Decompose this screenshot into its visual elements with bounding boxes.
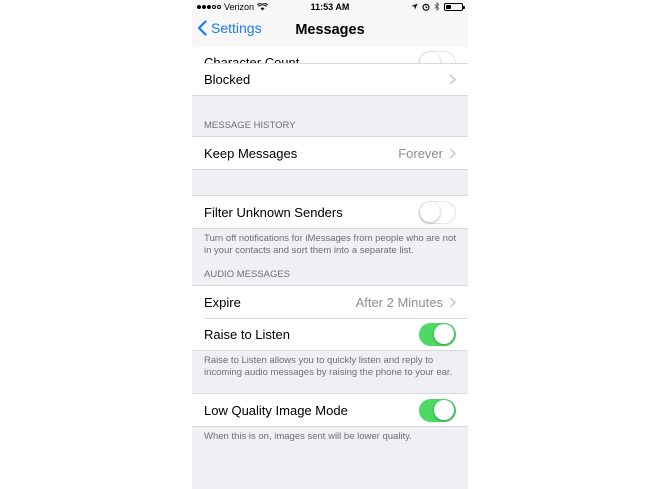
battery-icon — [444, 2, 465, 11]
phone-screen: Character Count Blocked MESSAGE HISTORY … — [192, 0, 468, 489]
toggle-knob — [420, 52, 440, 63]
message-history-group: Keep Messages Forever — [192, 136, 468, 170]
audio-messages-group: Expire After 2 Minutes Raise to Listen — [192, 285, 468, 351]
bluetooth-icon — [434, 2, 440, 11]
low-quality-group: Low Quality Image Mode — [192, 393, 468, 427]
expire-value: After 2 Minutes — [355, 294, 443, 310]
back-button-label: Settings — [211, 20, 262, 36]
character-count-toggle[interactable] — [419, 51, 456, 63]
low-quality-footer: When this is on, images sent will be low… — [204, 431, 412, 442]
settings-list[interactable]: Character Count Blocked MESSAGE HISTORY … — [192, 47, 468, 443]
filter-footer: Turn off notifications for iMessages fro… — [204, 233, 456, 256]
toggle-knob — [434, 323, 454, 344]
message-history-header: MESSAGE HISTORY — [204, 120, 296, 131]
filter-unknown-senders-row[interactable]: Filter Unknown Senders — [192, 196, 468, 228]
character-count-label: Character Count — [204, 55, 300, 63]
raise-to-listen-footer: Raise to Listen allows you to quickly li… — [204, 355, 453, 378]
chevron-right-icon — [449, 147, 456, 159]
display-group: Character Count Blocked — [192, 47, 468, 96]
raise-to-listen-label: Raise to Listen — [204, 326, 290, 342]
chevron-right-icon — [449, 296, 456, 308]
audio-messages-header: AUDIO MESSAGES — [204, 269, 291, 280]
toggle-knob — [434, 399, 454, 420]
keep-messages-row[interactable]: Keep Messages Forever — [192, 137, 468, 169]
low-quality-image-mode-row[interactable]: Low Quality Image Mode — [192, 394, 468, 426]
status-bar: Verizon 11:53 AM — [192, 0, 468, 14]
location-icon — [411, 3, 418, 10]
alarm-icon — [422, 3, 430, 11]
low-quality-image-mode-label: Low Quality Image Mode — [204, 402, 348, 418]
toggle-knob — [420, 201, 440, 222]
keep-messages-value: Forever — [398, 145, 443, 161]
chevron-left-icon — [197, 20, 207, 36]
low-quality-image-mode-toggle[interactable] — [419, 398, 456, 422]
chevron-right-icon — [449, 73, 456, 85]
filter-unknown-senders-toggle[interactable] — [419, 200, 456, 224]
keep-messages-label: Keep Messages — [204, 145, 298, 161]
character-count-row[interactable]: Character Count — [192, 47, 468, 63]
status-right — [411, 2, 465, 11]
expire-row[interactable]: Expire After 2 Minutes — [192, 286, 468, 318]
blocked-label: Blocked — [204, 71, 251, 87]
filter-unknown-senders-label: Filter Unknown Senders — [204, 204, 343, 220]
raise-to-listen-toggle[interactable] — [419, 322, 456, 346]
navigation-bar: Settings Messages — [192, 14, 468, 47]
expire-label: Expire — [204, 294, 241, 310]
blocked-row[interactable]: Blocked — [192, 63, 468, 95]
filter-group: Filter Unknown Senders — [192, 195, 468, 229]
raise-to-listen-row[interactable]: Raise to Listen — [192, 318, 468, 350]
back-button[interactable]: Settings — [197, 20, 262, 36]
